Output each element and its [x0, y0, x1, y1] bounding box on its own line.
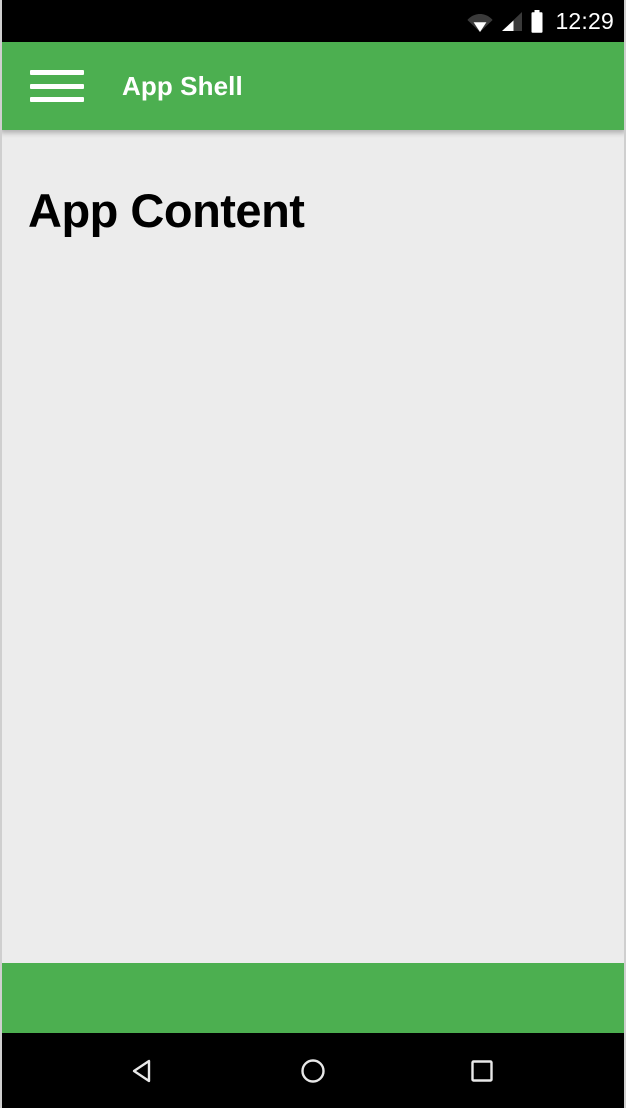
nav-recents-button[interactable]	[447, 1047, 517, 1095]
app-footer	[2, 963, 624, 1033]
nav-back-button[interactable]	[109, 1047, 179, 1095]
hamburger-bar	[30, 70, 84, 75]
hamburger-bar	[30, 97, 84, 102]
hamburger-bar	[30, 83, 84, 89]
android-navigation-bar	[2, 1033, 624, 1108]
battery-icon	[530, 9, 544, 33]
device-screen: 12:29 App Shell App Content	[0, 0, 626, 1108]
hamburger-menu-icon[interactable]	[30, 66, 84, 106]
status-bar: 12:29	[2, 0, 624, 42]
cellular-signal-icon	[500, 11, 523, 32]
wifi-icon	[467, 11, 494, 32]
app-bar-title: App Shell	[122, 70, 243, 101]
page-title: App Content	[28, 184, 305, 237]
app-bar: App Shell	[2, 42, 624, 130]
status-bar-clock: 12:29	[555, 7, 614, 34]
nav-home-button[interactable]	[278, 1047, 348, 1095]
main-content: App Content	[2, 130, 624, 963]
